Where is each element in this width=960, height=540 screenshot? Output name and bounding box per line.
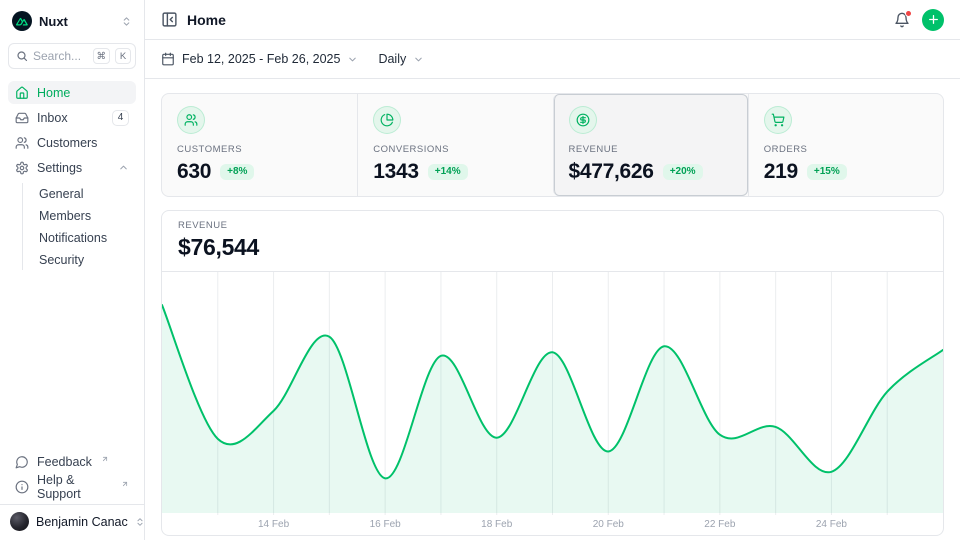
sidebar-item-label: Settings (37, 161, 82, 175)
chevron-down-icon (413, 54, 424, 65)
stat-delta-badge: +8% (220, 164, 254, 180)
chevrons-up-down-icon (121, 16, 132, 27)
chevron-up-icon (118, 162, 129, 173)
stat-value: $477,626 (569, 160, 654, 184)
nuxt-logo (12, 11, 32, 31)
chevrons-up-down-icon (135, 517, 145, 527)
x-axis-tick-label: 22 Feb (704, 519, 735, 530)
chart-current-value: $76,544 (178, 234, 927, 261)
chart-title: REVENUE (178, 220, 927, 231)
date-range-picker[interactable]: Feb 12, 2025 - Feb 26, 2025 (161, 52, 358, 66)
stat-delta-badge: +15% (807, 164, 847, 180)
sidebar-collapse-button[interactable] (161, 11, 178, 28)
stat-value: 1343 (373, 160, 419, 184)
stat-card-revenue[interactable]: REVENUE $477,626 +20% (553, 94, 748, 196)
panel-left-close-icon (161, 11, 178, 28)
users-icon (15, 136, 29, 150)
sidebar-item-security[interactable]: Security (34, 249, 136, 270)
shopping-cart-icon (764, 106, 792, 134)
sidebar-item-label: Security (39, 253, 84, 267)
x-axis-tick-label: 20 Feb (593, 519, 624, 530)
stat-delta-badge: +14% (428, 164, 468, 180)
sidebar-item-label: Notifications (39, 231, 107, 245)
sidebar-item-members[interactable]: Members (34, 205, 136, 226)
sidebar-item-label: Customers (37, 136, 97, 150)
period-select[interactable]: Daily (378, 52, 424, 66)
sidebar-item-customers[interactable]: Customers (8, 131, 136, 154)
date-range-value: Feb 12, 2025 - Feb 26, 2025 (182, 52, 340, 66)
feedback-link[interactable]: Feedback (8, 450, 136, 473)
sidebar-item-inbox[interactable]: Inbox 4 (8, 106, 136, 129)
link-label: Feedback (37, 455, 92, 469)
sidebar-item-label: Home (37, 86, 70, 100)
chevron-down-icon (347, 54, 358, 65)
workspace-name: Nuxt (39, 14, 68, 29)
kbd-k: K (115, 48, 131, 64)
pie-chart-icon (373, 106, 401, 134)
add-button[interactable] (922, 9, 944, 31)
search-input[interactable]: Search... ⌘ K (8, 43, 136, 69)
user-name: Benjamin Canac (36, 515, 128, 529)
sidebar-footer: Feedback Help & Support (8, 450, 136, 504)
sidebar-item-label: Members (39, 209, 91, 223)
home-icon (15, 86, 29, 100)
calendar-icon (161, 52, 175, 66)
stat-label: CUSTOMERS (177, 144, 342, 155)
circle-dollar-icon (569, 106, 597, 134)
external-link-icon (121, 480, 129, 488)
page-title: Home (187, 12, 226, 28)
sidebar-item-label: Inbox (37, 111, 68, 125)
inbox-count-badge: 4 (112, 110, 129, 126)
search-placeholder: Search... (33, 49, 88, 63)
help-support-link[interactable]: Help & Support (8, 475, 136, 498)
kbd-meta: ⌘ (93, 48, 111, 64)
stat-label: REVENUE (569, 144, 733, 155)
notifications-button[interactable] (894, 12, 910, 28)
stat-card-orders[interactable]: ORDERS 219 +15% (748, 94, 943, 196)
chart-x-axis: 14 Feb 16 Feb 18 Feb 20 Feb 22 Feb 24 Feb (162, 515, 943, 535)
plus-icon (927, 13, 940, 26)
info-icon (15, 480, 29, 494)
users-icon (177, 106, 205, 134)
sidebar-item-home[interactable]: Home (8, 81, 136, 104)
search-icon (16, 50, 28, 62)
filter-bar: Feb 12, 2025 - Feb 26, 2025 Daily (145, 40, 960, 79)
chart-header: REVENUE $76,544 (162, 211, 943, 272)
x-axis-tick-label: 24 Feb (816, 519, 847, 530)
workspace-switcher[interactable]: Nuxt (8, 8, 136, 34)
stat-card-customers[interactable]: CUSTOMERS 630 +8% (162, 94, 357, 196)
page-content: CUSTOMERS 630 +8% CONVERSIONS 1343 +14% (145, 79, 960, 540)
sidebar-item-label: General (39, 187, 83, 201)
revenue-chart-card: REVENUE $76,544 14 Feb 16 Feb 18 Feb 20 Feb… (161, 210, 944, 536)
external-link-icon (101, 455, 109, 463)
stat-label: ORDERS (764, 144, 928, 155)
x-axis-tick-label: 16 Feb (370, 519, 401, 530)
stat-card-conversions[interactable]: CONVERSIONS 1343 +14% (357, 94, 552, 196)
revenue-area-chart[interactable] (162, 272, 943, 515)
notification-dot (905, 10, 912, 17)
main-area: Home Feb 12, 2025 - Feb 26, 2025 (145, 0, 960, 540)
sidebar-menu: Home Inbox 4 Customers Settings Genera (8, 81, 136, 270)
stat-value: 219 (764, 160, 798, 184)
x-axis-tick-label: 14 Feb (258, 519, 289, 530)
sidebar-item-notifications[interactable]: Notifications (34, 227, 136, 248)
topbar: Home (145, 0, 960, 40)
user-menu[interactable]: Benjamin Canac (0, 504, 144, 540)
stat-label: CONVERSIONS (373, 144, 537, 155)
settings-submenu: General Members Notifications Security (22, 183, 136, 270)
chart-canvas (162, 272, 943, 515)
period-value: Daily (378, 52, 406, 66)
gear-icon (15, 161, 29, 175)
chat-bubble-icon (15, 455, 29, 469)
sidebar: Nuxt Search... ⌘ K Home Inbox 4 (0, 0, 145, 540)
link-label: Help & Support (37, 473, 112, 501)
inbox-icon (15, 111, 29, 125)
sidebar-item-settings[interactable]: Settings (8, 156, 136, 179)
sidebar-item-general[interactable]: General (34, 183, 136, 204)
x-axis-tick-label: 18 Feb (481, 519, 512, 530)
stat-value: 630 (177, 160, 211, 184)
avatar (10, 512, 29, 531)
stat-delta-badge: +20% (663, 164, 703, 180)
stats-row: CUSTOMERS 630 +8% CONVERSIONS 1343 +14% (161, 93, 944, 197)
